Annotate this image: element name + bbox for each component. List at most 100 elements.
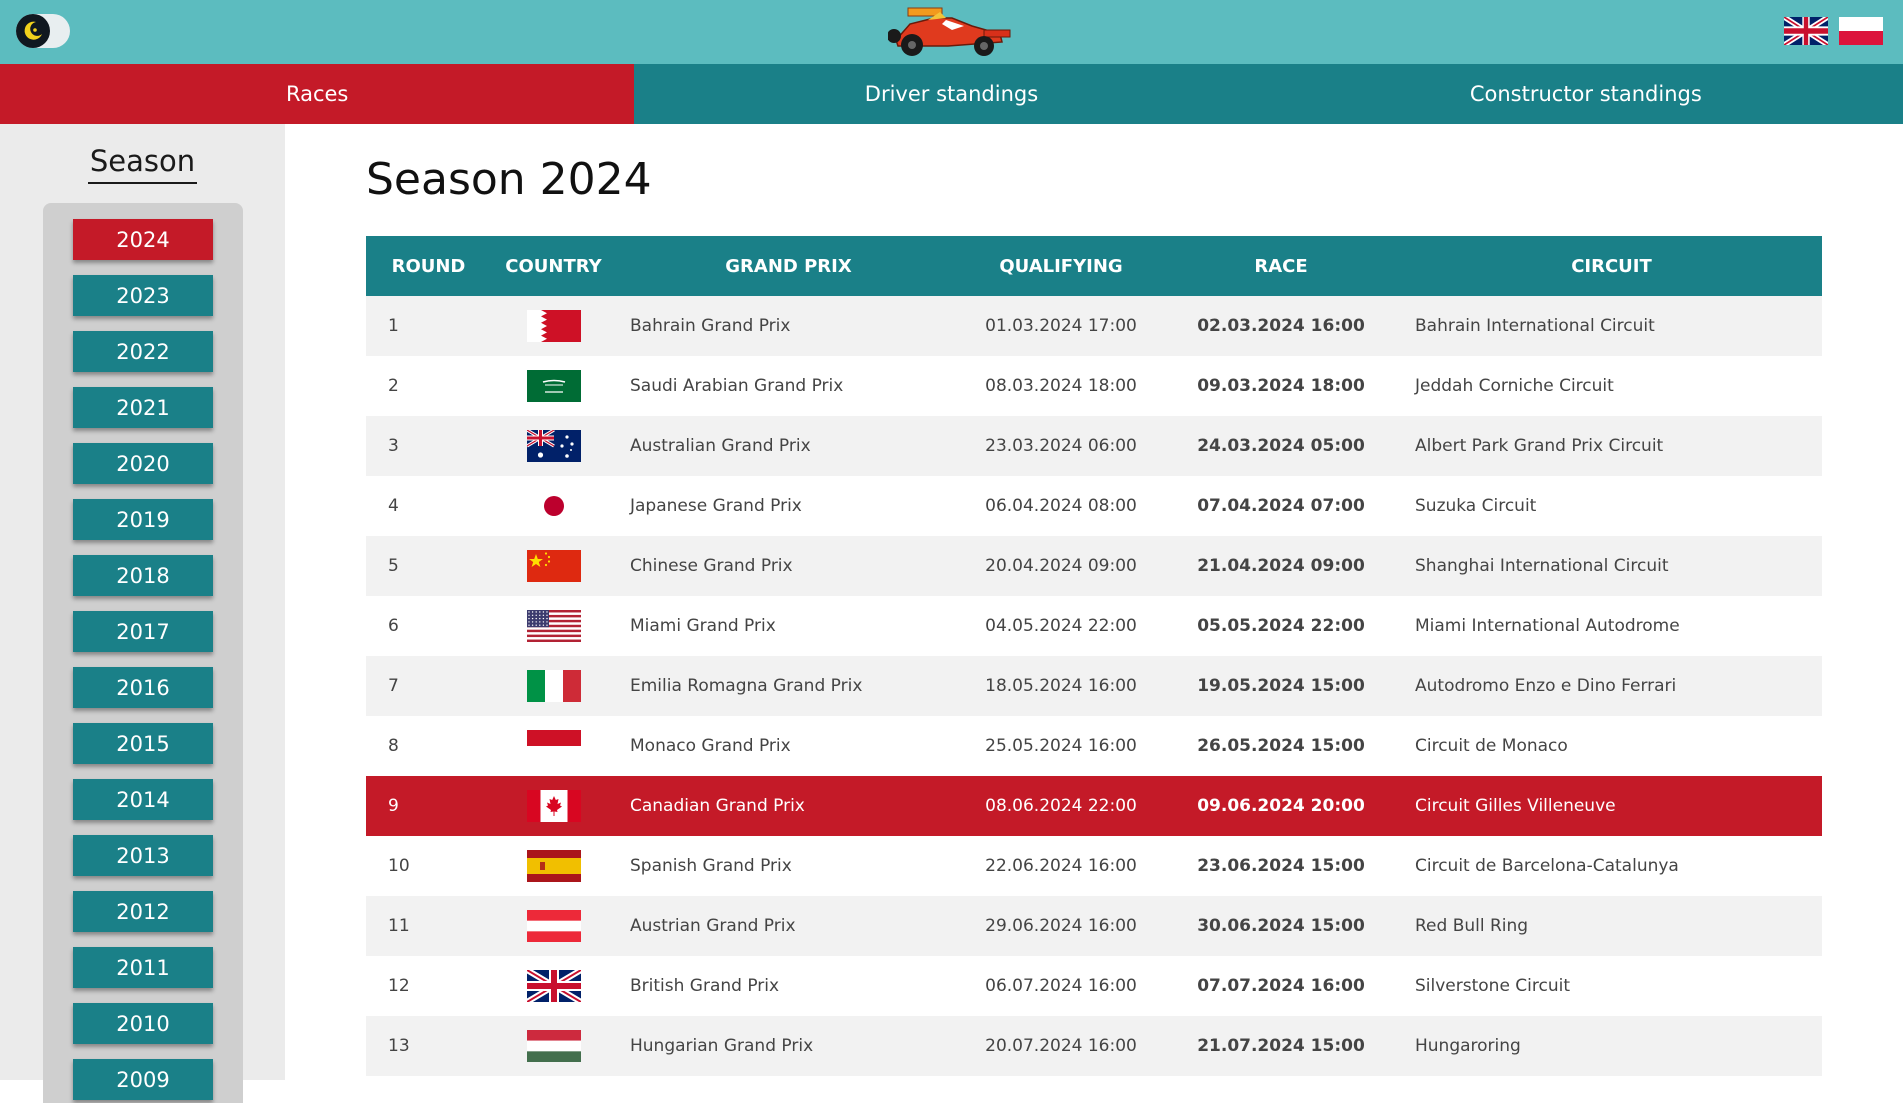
year-button-2019[interactable]: 2019 — [73, 499, 213, 540]
round-cell: 12 — [366, 956, 491, 1016]
china-flag-icon — [526, 550, 581, 582]
tab-constructor-standings[interactable]: Constructor standings — [1269, 64, 1903, 124]
monaco-flag-icon — [526, 730, 581, 762]
grand-prix-cell: Saudi Arabian Grand Prix — [616, 356, 961, 416]
race-row-13[interactable]: 13 Hungarian Grand Prix 20.07.2024 16:00 21… — [366, 1016, 1822, 1076]
race-cell: 07.04.2024 07:00 — [1161, 476, 1401, 536]
year-button-2022[interactable]: 2022 — [73, 331, 213, 372]
country-cell — [491, 896, 616, 956]
polish-flag-icon[interactable] — [1839, 17, 1883, 45]
year-button-2020[interactable]: 2020 — [73, 443, 213, 484]
circuit-cell: Circuit Gilles Villeneuve — [1401, 776, 1822, 836]
race-row-10[interactable]: 10 Spanish Grand Prix 22.06.2024 16:00 23.0… — [366, 836, 1822, 896]
year-button-2015[interactable]: 2015 — [73, 723, 213, 764]
grand-prix-cell: Canadian Grand Prix — [616, 776, 961, 836]
page-title: Season 2024 — [366, 154, 652, 205]
race-row-9[interactable]: 9 Canadian Grand Prix 08.06.2024 22:00 09.0… — [366, 776, 1822, 836]
year-button-2012[interactable]: 2012 — [73, 891, 213, 932]
bahrain-flag-icon — [526, 310, 581, 342]
round-cell: 7 — [366, 656, 491, 716]
round-cell: 9 — [366, 776, 491, 836]
year-button-2023[interactable]: 2023 — [73, 275, 213, 316]
country-cell — [491, 596, 616, 656]
circuit-cell: Autodromo Enzo e Dino Ferrari — [1401, 656, 1822, 716]
italy-flag-icon — [526, 670, 581, 702]
year-button-2016[interactable]: 2016 — [73, 667, 213, 708]
column-header-round: ROUND — [366, 236, 491, 296]
race-row-7[interactable]: 7 Emilia Romagna Grand Prix 18.05.2024 16:… — [366, 656, 1822, 716]
race-row-5[interactable]: 5 Chinese Grand Prix 20.04.2024 09:00 21.04… — [366, 536, 1822, 596]
year-button-2014[interactable]: 2014 — [73, 779, 213, 820]
spain-flag-icon — [526, 850, 581, 882]
sidebar-title-text: Season — [87, 144, 198, 184]
table-body: 1 Bahrain Grand Prix 01.03.2024 17:00 02.03… — [366, 296, 1822, 1076]
country-cell — [491, 776, 616, 836]
qualifying-cell: 18.05.2024 16:00 — [961, 656, 1161, 716]
race-row-4[interactable]: 4 Japanese Grand Prix 06.04.2024 08:00 07.0… — [366, 476, 1822, 536]
theme-toggle[interactable] — [16, 14, 70, 48]
race-cell: 07.07.2024 16:00 — [1161, 956, 1401, 1016]
country-cell — [491, 836, 616, 896]
race-row-3[interactable]: 3 Australian Grand Prix 23.03.2024 06:00 24… — [366, 416, 1822, 476]
circuit-cell: Hungaroring — [1401, 1016, 1822, 1076]
qualifying-cell: 06.07.2024 16:00 — [961, 956, 1161, 1016]
round-cell: 3 — [366, 416, 491, 476]
grand-prix-cell: Bahrain Grand Prix — [616, 296, 961, 356]
race-cell: 24.03.2024 05:00 — [1161, 416, 1401, 476]
year-button-2018[interactable]: 2018 — [73, 555, 213, 596]
qualifying-cell: 08.06.2024 22:00 — [961, 776, 1161, 836]
country-cell — [491, 656, 616, 716]
year-button-2013[interactable]: 2013 — [73, 835, 213, 876]
uk-flag-icon — [526, 970, 581, 1002]
year-button-2024[interactable]: 2024 — [73, 219, 213, 260]
race-row-8[interactable]: 8 Monaco Grand Prix 25.05.2024 16:00 26.05.… — [366, 716, 1822, 776]
country-cell — [491, 536, 616, 596]
qualifying-cell: 25.05.2024 16:00 — [961, 716, 1161, 776]
year-button-2011[interactable]: 2011 — [73, 947, 213, 988]
round-cell: 6 — [366, 596, 491, 656]
year-button-2010[interactable]: 2010 — [73, 1003, 213, 1044]
race-row-1[interactable]: 1 Bahrain Grand Prix 01.03.2024 17:00 02.03… — [366, 296, 1822, 356]
qualifying-cell: 20.04.2024 09:00 — [961, 536, 1161, 596]
qualifying-cell: 29.06.2024 16:00 — [961, 896, 1161, 956]
race-row-11[interactable]: 11 Austrian Grand Prix 29.06.2024 16:00 30.… — [366, 896, 1822, 956]
f1-car-icon[interactable] — [888, 6, 1014, 58]
circuit-cell: Circuit de Monaco — [1401, 716, 1822, 776]
country-cell — [491, 476, 616, 536]
race-row-12[interactable]: 12 British Grand Prix 06.07.2024 16:00 07.0… — [366, 956, 1822, 1016]
column-header-race: RACE — [1161, 236, 1401, 296]
table-header-row: ROUND COUNTRY GRAND PRIX QUALIFYING RACE… — [366, 236, 1822, 296]
race-cell: 30.06.2024 15:00 — [1161, 896, 1401, 956]
races-table: ROUND COUNTRY GRAND PRIX QUALIFYING RACE… — [366, 236, 1822, 1076]
qualifying-cell: 22.06.2024 16:00 — [961, 836, 1161, 896]
circuit-cell: Circuit de Barcelona-Catalunya — [1401, 836, 1822, 896]
column-header-qualifying: QUALIFYING — [961, 236, 1161, 296]
race-row-6[interactable]: 6 Miami Grand Prix 04.05.2024 22:00 05.05.2… — [366, 596, 1822, 656]
english-flag-icon[interactable] — [1784, 17, 1828, 45]
hungary-flag-icon — [526, 1030, 581, 1062]
grand-prix-cell: Monaco Grand Prix — [616, 716, 961, 776]
qualifying-cell: 06.04.2024 08:00 — [961, 476, 1161, 536]
qualifying-cell: 08.03.2024 18:00 — [961, 356, 1161, 416]
race-cell: 21.07.2024 15:00 — [1161, 1016, 1401, 1076]
grand-prix-cell: Emilia Romagna Grand Prix — [616, 656, 961, 716]
race-row-2[interactable]: 2 Saudi Arabian Grand Prix 08.03.2024 18:0… — [366, 356, 1822, 416]
circuit-cell: Shanghai International Circuit — [1401, 536, 1822, 596]
moon-icon — [24, 21, 42, 40]
tab-driver-standings[interactable]: Driver standings — [634, 64, 1268, 124]
race-cell: 02.03.2024 16:00 — [1161, 296, 1401, 356]
year-button-2021[interactable]: 2021 — [73, 387, 213, 428]
tab-races[interactable]: Races — [0, 64, 635, 124]
season-sidebar: Season 2024 2023 2022 2021 2020 2019 2018 2017 2… — [0, 124, 285, 1103]
year-list: 2024 2023 2022 2021 2020 2019 2018 2017 2016 2015… — [73, 219, 213, 1103]
country-cell — [491, 1016, 616, 1076]
saudi-arabia-flag-icon — [526, 370, 581, 402]
year-button-2017[interactable]: 2017 — [73, 611, 213, 652]
race-cell: 21.04.2024 09:00 — [1161, 536, 1401, 596]
race-cell: 09.06.2024 20:00 — [1161, 776, 1401, 836]
year-panel[interactable]: 2024 2023 2022 2021 2020 2019 2018 2017 2016 2015… — [43, 203, 243, 1103]
country-cell — [491, 356, 616, 416]
round-cell: 11 — [366, 896, 491, 956]
round-cell: 10 — [366, 836, 491, 896]
circuit-cell: Bahrain International Circuit — [1401, 296, 1822, 356]
